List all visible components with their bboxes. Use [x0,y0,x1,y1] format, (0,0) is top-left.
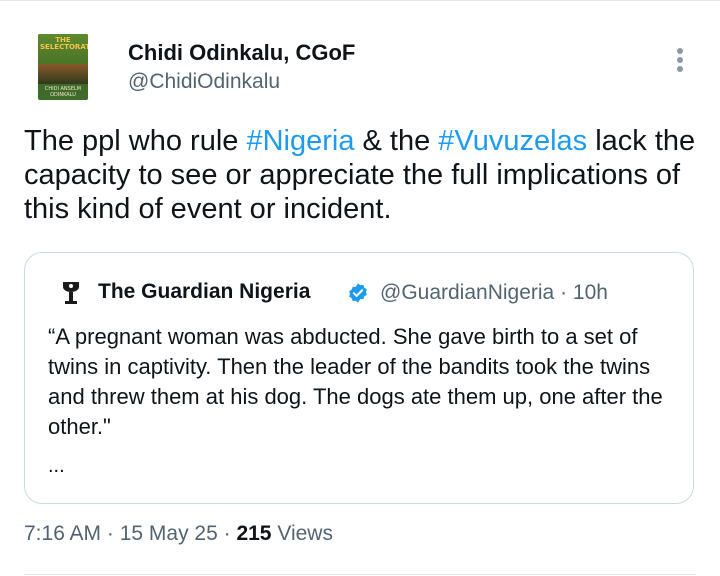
author-avatar[interactable]: THE SELECTORATE CHIDI ANSELM ODINKALU [38,34,88,100]
hashtag-vuvuzelas[interactable]: #Vuvuzelas [438,125,587,157]
quoted-handle-time[interactable]: @GuardianNigeria · 10h [380,281,608,305]
more-options-button[interactable] [664,42,696,78]
views-label: Views [271,522,333,545]
quoted-ellipsis: ... [48,455,65,477]
verified-badge-icon [349,283,367,303]
avatar-book-author: CHIDI ANSELM ODINKALU [44,86,82,98]
tweet-metadata: 7:16 AM · 15 May 25 · 215 Views [24,522,333,546]
hashtag-nigeria[interactable]: #Nigeria [246,125,354,157]
avatar-book-title: THE SELECTORATE [40,36,88,51]
guardian-logo-icon [60,279,82,307]
quoted-tweet-text: “A pregnant woman was abducted. She gave… [48,324,663,439]
avatar-book-art [38,64,88,84]
tweet-text: The ppl who rule #Nigeria & the #Vuvuzel… [24,124,704,226]
author-handle[interactable]: @ChidiOdinkalu [128,70,280,94]
author-name[interactable]: Chidi Odinkalu, CGoF [128,40,355,66]
bottom-divider [24,574,696,575]
top-divider [0,0,720,1]
quoted-author-name[interactable]: The Guardian Nigeria [98,280,310,304]
tweet-text-part: & the [354,125,439,157]
tweet-text-part: The ppl who rule [24,125,247,157]
timestamp[interactable]: 7:16 AM · 15 May 25 · [24,522,236,545]
views-count: 215 [236,522,272,545]
